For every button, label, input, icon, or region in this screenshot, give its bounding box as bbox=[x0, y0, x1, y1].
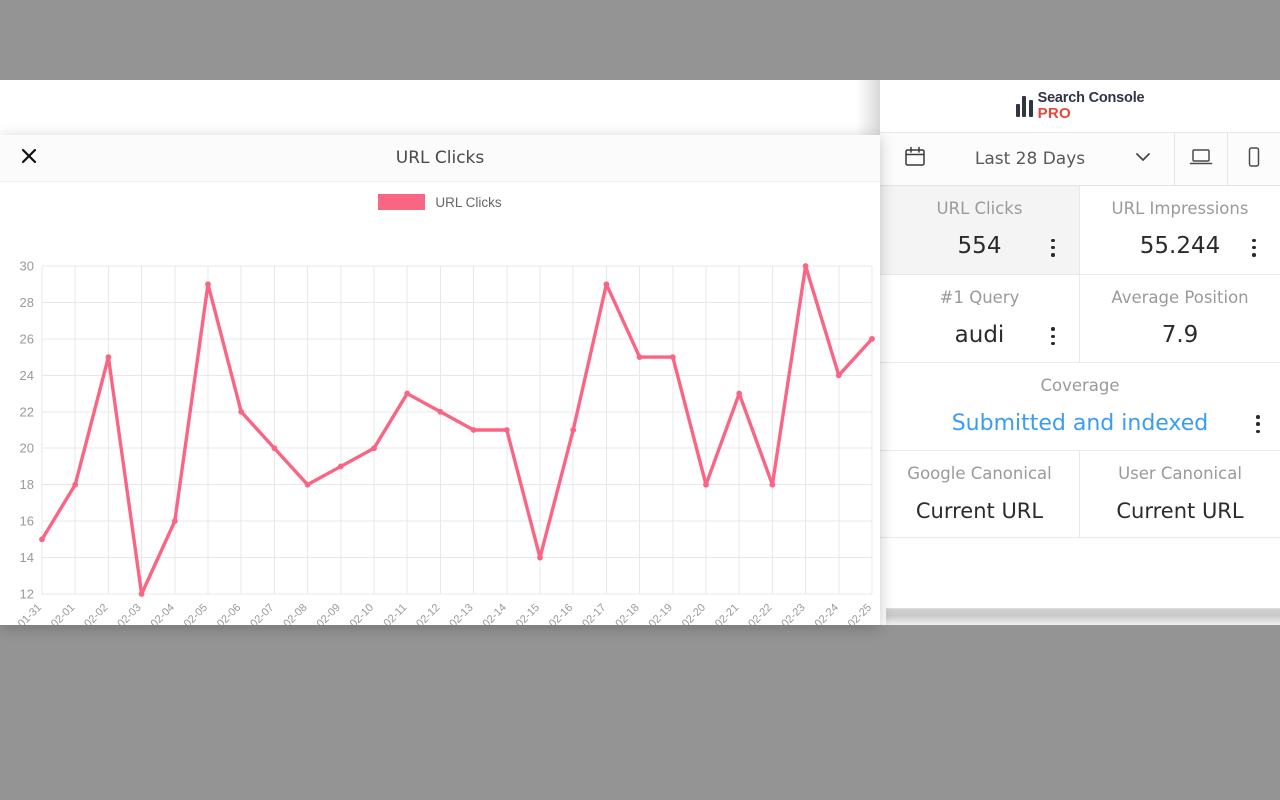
metric-url-clicks[interactable]: URL Clicks 554 bbox=[880, 186, 1080, 274]
modal-body: URL Clicks 121416182022242628302023-01-3… bbox=[0, 182, 880, 625]
metric-google-canonical[interactable]: Google Canonical Current URL bbox=[880, 451, 1080, 537]
calendar-icon bbox=[902, 144, 928, 175]
screen-root: Search Console PRO Last 28 Days URL Clic… bbox=[0, 0, 1280, 800]
metric-coverage[interactable]: Coverage Submitted and indexed bbox=[880, 363, 1280, 450]
svg-text:26: 26 bbox=[20, 331, 34, 346]
metric-label: Google Canonical bbox=[907, 464, 1052, 484]
svg-text:22: 22 bbox=[20, 404, 34, 419]
metric-value: 554 bbox=[957, 233, 1002, 260]
panel-logo-bar: Search Console PRO bbox=[880, 80, 1280, 133]
metric-value: audi bbox=[954, 322, 1005, 349]
metric-value: 55.244 bbox=[1139, 233, 1221, 260]
metric-label: User Canonical bbox=[1118, 464, 1242, 484]
app-logo: Search Console PRO bbox=[1015, 89, 1145, 123]
metric-value: Current URL bbox=[915, 498, 1044, 523]
svg-text:18: 18 bbox=[20, 477, 34, 492]
logo-subtitle: PRO bbox=[1037, 105, 1071, 123]
svg-text:2023-01-31: 2023-01-31 bbox=[0, 602, 44, 625]
modal-title: URL Clicks bbox=[395, 148, 485, 168]
svg-text:20: 20 bbox=[20, 441, 34, 456]
metric-label: #1 Query bbox=[939, 287, 1020, 307]
desktop-icon bbox=[1188, 144, 1214, 175]
device-mobile-button[interactable] bbox=[1228, 133, 1280, 185]
logo-title: Search Console bbox=[1037, 89, 1145, 106]
metrics-grid: URL Clicks 554 URL Impressions 55.244 #1… bbox=[880, 186, 1280, 608]
svg-text:30: 30 bbox=[20, 259, 34, 274]
close-icon bbox=[19, 146, 39, 171]
chart-modal: URL Clicks URL Clicks 12 14 16 18 20 22 24 26 28… bbox=[0, 135, 880, 625]
chevron-down-icon[interactable] bbox=[1132, 146, 1168, 173]
logo-bars-icon bbox=[1015, 95, 1033, 117]
search-console-panel: Search Console PRO Last 28 Days URL Clic… bbox=[880, 80, 1280, 625]
svg-text:12: 12 bbox=[20, 587, 34, 602]
metric-value: Current URL bbox=[1116, 498, 1244, 523]
line-chart: 121416182022242628302023-01-312023-02-01… bbox=[0, 259, 875, 625]
metric-label: URL Clicks bbox=[936, 199, 1023, 218]
metric-value: 7.9 bbox=[1161, 322, 1199, 349]
metric-menu-button[interactable] bbox=[1051, 238, 1055, 257]
date-range-label: Last 28 Days bbox=[974, 149, 1086, 169]
svg-text:16: 16 bbox=[20, 514, 34, 529]
svg-text:24: 24 bbox=[20, 368, 34, 383]
close-button[interactable] bbox=[8, 135, 50, 181]
metrics-row: Coverage Submitted and indexed bbox=[880, 363, 1280, 452]
panel-toolbar: Last 28 Days bbox=[880, 133, 1280, 186]
metric-top-query[interactable]: #1 Query audi bbox=[880, 274, 1080, 363]
panel-horizontal-scrollbar[interactable] bbox=[886, 608, 1280, 625]
metric-average-position[interactable]: Average Position 7.9 bbox=[1080, 275, 1280, 363]
metric-menu-button[interactable] bbox=[1051, 327, 1055, 346]
metric-menu-button[interactable] bbox=[1252, 238, 1256, 257]
metric-value[interactable]: Submitted and indexed bbox=[952, 411, 1209, 436]
date-range-selector[interactable]: Last 28 Days bbox=[880, 133, 1175, 185]
svg-text:14: 14 bbox=[20, 550, 34, 565]
metrics-row: Google Canonical Current URL User Canoni… bbox=[880, 451, 1280, 538]
metric-label: URL Impressions bbox=[1111, 199, 1249, 218]
metrics-row: URL Clicks 554 URL Impressions 55.244 bbox=[880, 186, 1280, 275]
chart-container: 121416182022242628302023-01-312023-02-01… bbox=[0, 182, 880, 625]
metric-menu-button[interactable] bbox=[1256, 415, 1260, 434]
metric-url-impressions[interactable]: URL Impressions 55.244 bbox=[1080, 186, 1280, 274]
metric-label: Coverage bbox=[1040, 376, 1120, 396]
metrics-row: #1 Query audi Average Position 7.9 bbox=[880, 274, 1280, 364]
mobile-icon bbox=[1241, 144, 1267, 175]
svg-text:28: 28 bbox=[20, 295, 34, 310]
metric-label: Average Position bbox=[1111, 287, 1249, 307]
metric-user-canonical[interactable]: User Canonical Current URL bbox=[1080, 451, 1280, 537]
modal-header: URL Clicks bbox=[0, 135, 880, 182]
device-desktop-button[interactable] bbox=[1175, 133, 1228, 185]
